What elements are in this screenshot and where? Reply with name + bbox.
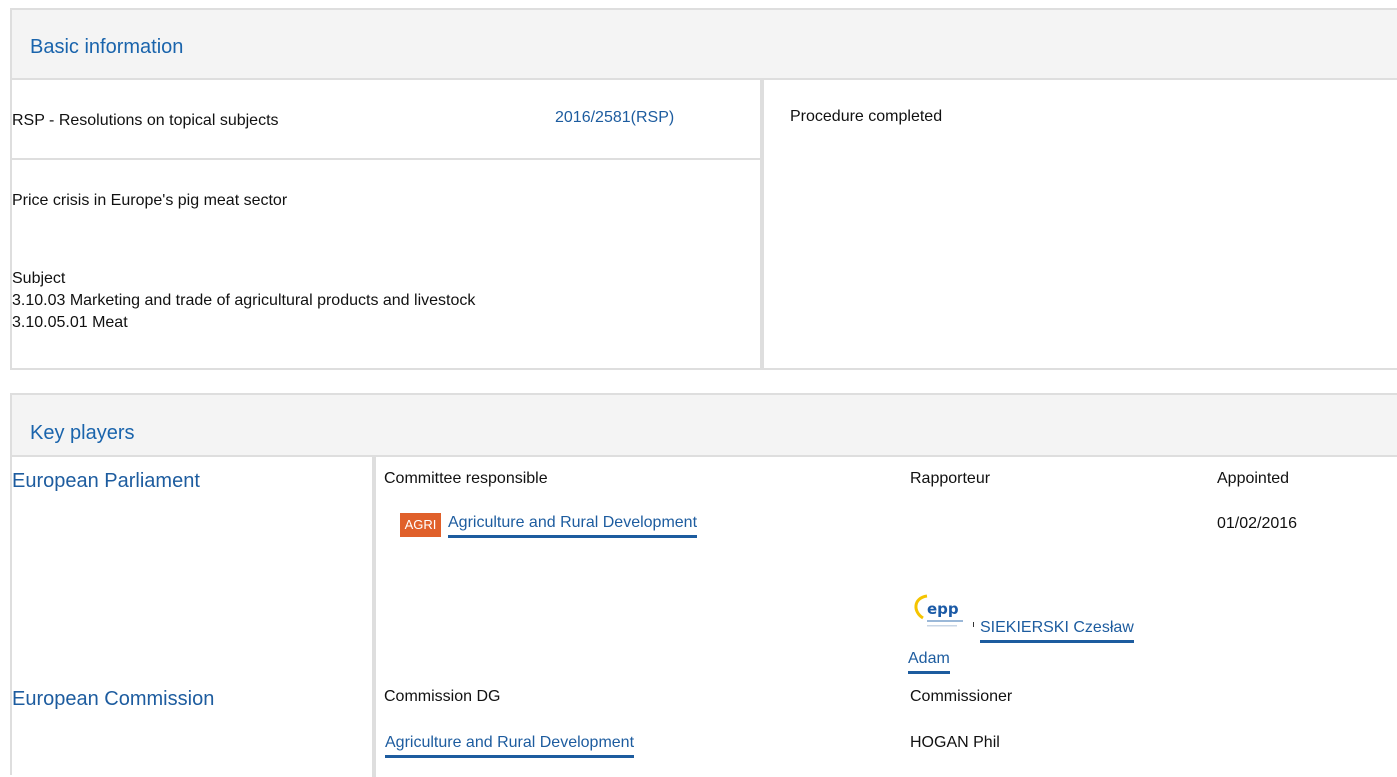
- key-players-title: Key players: [30, 422, 135, 444]
- committee-responsible-header: Committee responsible: [384, 470, 548, 487]
- appointed-date: 01/02/2016: [1217, 515, 1298, 532]
- basic-information-header: Basic information: [12, 10, 1397, 80]
- key-players-header: Key players: [12, 395, 1397, 457]
- epp-logo-icon: epp: [914, 594, 963, 627]
- european-parliament-label: European Parliament: [12, 470, 200, 492]
- procedure-type-row: RSP - Resolutions on topical subjects 20…: [12, 80, 760, 160]
- key-players-panel: Key players European Parliament Committe…: [10, 393, 1397, 777]
- procedure-title: Price crisis in Europe's pig meat sector: [12, 192, 288, 209]
- commissioner-name: HOGAN Phil: [910, 734, 1000, 751]
- logo-separator: [973, 622, 974, 627]
- commissioner-header: Commissioner: [910, 688, 1013, 705]
- subject-item: 3.10.03 Marketing and trade of agricultu…: [12, 292, 476, 309]
- subject-label: Subject: [12, 270, 66, 287]
- rapporteur-link-continued[interactable]: Adam: [908, 650, 950, 674]
- rapporteur-link[interactable]: SIEKIERSKI Czesław: [980, 619, 1134, 643]
- committee-badge: AGRI: [400, 513, 441, 537]
- basic-information-title: Basic information: [30, 36, 184, 58]
- european-commission-label: European Commission: [12, 688, 215, 710]
- epp-logo-text: epp: [927, 600, 959, 618]
- subjects-block: Subject 3.10.03 Marketing and trade of a…: [12, 268, 475, 334]
- procedure-status: Procedure completed: [790, 108, 943, 125]
- epp-group-logo: epp: [909, 592, 971, 642]
- commission-dg-link[interactable]: Agriculture and Rural Development: [385, 734, 635, 758]
- committee-link[interactable]: Agriculture and Rural Development: [448, 514, 698, 538]
- procedure-type: RSP - Resolutions on topical subjects: [12, 112, 279, 129]
- appointed-header: Appointed: [1217, 470, 1290, 487]
- commission-dg-header: Commission DG: [384, 688, 501, 705]
- institution-divider: [372, 457, 376, 777]
- basic-information-panel: Basic information RSP - Resolutions on t…: [10, 8, 1397, 370]
- subject-item: 3.10.05.01 Meat: [12, 314, 128, 331]
- column-divider: [760, 80, 764, 368]
- rapporteur-header: Rapporteur: [910, 470, 991, 487]
- procedure-reference-link[interactable]: 2016/2581(RSP): [555, 109, 674, 127]
